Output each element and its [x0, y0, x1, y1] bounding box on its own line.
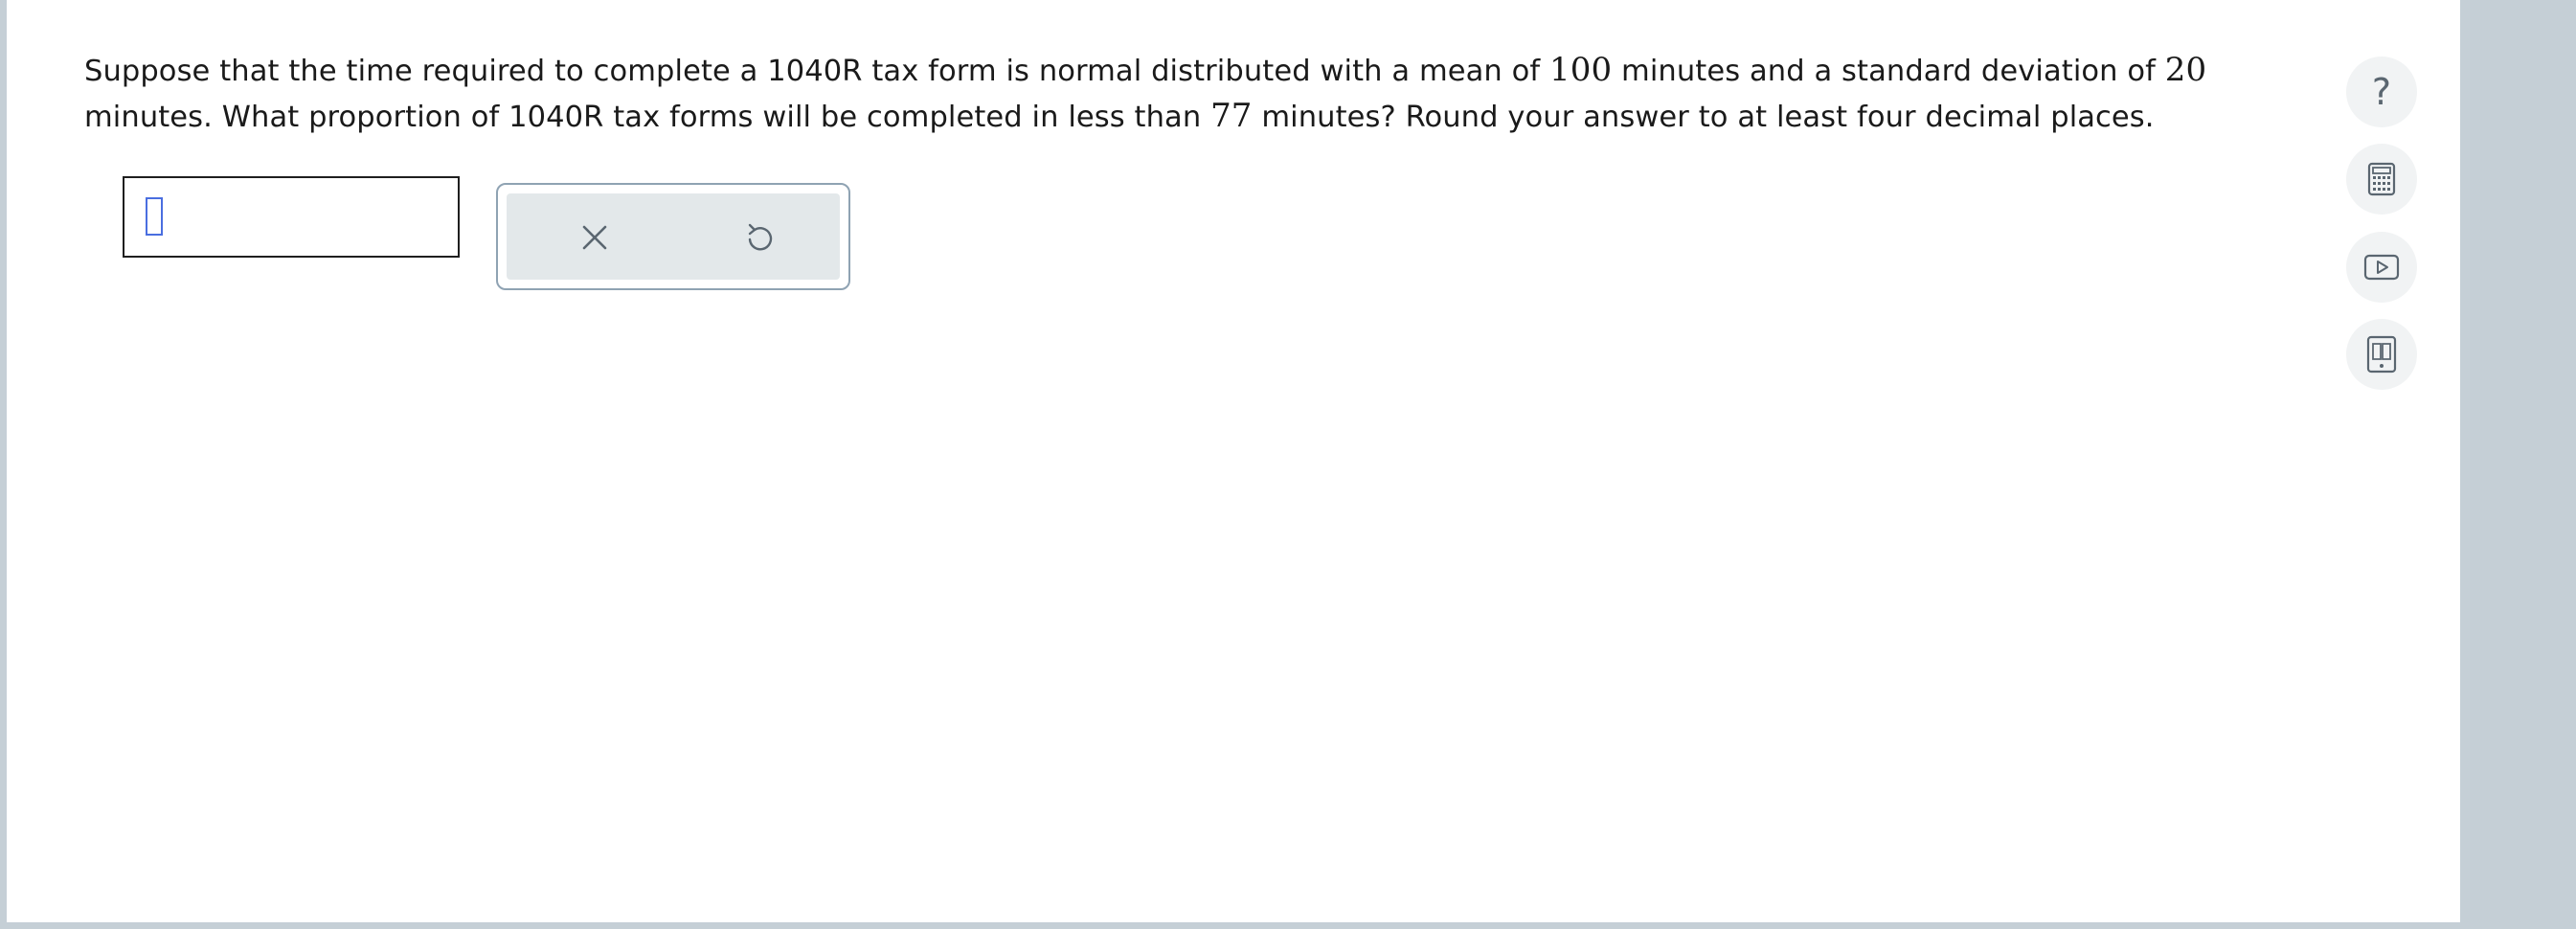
question-text-part3: minutes. What proportion of 1040R tax fo…: [84, 101, 1211, 134]
mean-value: 100: [1549, 51, 1613, 89]
sd-value: 20: [2164, 51, 2207, 89]
answer-input[interactable]: [123, 176, 460, 258]
undo-button[interactable]: [731, 209, 788, 266]
video-button[interactable]: [2346, 232, 2417, 303]
undo-icon: [748, 223, 773, 251]
question-text-part4: minutes? Round your answer to at least f…: [1252, 101, 2155, 134]
clear-button[interactable]: [566, 209, 623, 266]
action-bar: [507, 193, 840, 280]
question-text: Suppose that the time required to comple…: [84, 48, 2287, 140]
question-panel: Suppose that the time required to comple…: [7, 0, 2460, 922]
calculator-icon: [2367, 162, 2396, 196]
input-cursor: [146, 197, 163, 236]
close-icon: [582, 225, 607, 250]
video-icon: [2363, 254, 2400, 281]
help-button[interactable]: ?: [2346, 57, 2417, 127]
question-text-part1: Suppose that the time required to comple…: [84, 55, 1550, 88]
x-value: 77: [1210, 97, 1253, 135]
action-box: [496, 183, 850, 290]
ebook-icon: [2366, 335, 2397, 374]
help-icon: ?: [2371, 71, 2392, 113]
calculator-button[interactable]: [2346, 144, 2417, 215]
question-text-part2: minutes and a standard deviation of: [1612, 55, 2165, 88]
ebook-button[interactable]: [2346, 319, 2417, 390]
